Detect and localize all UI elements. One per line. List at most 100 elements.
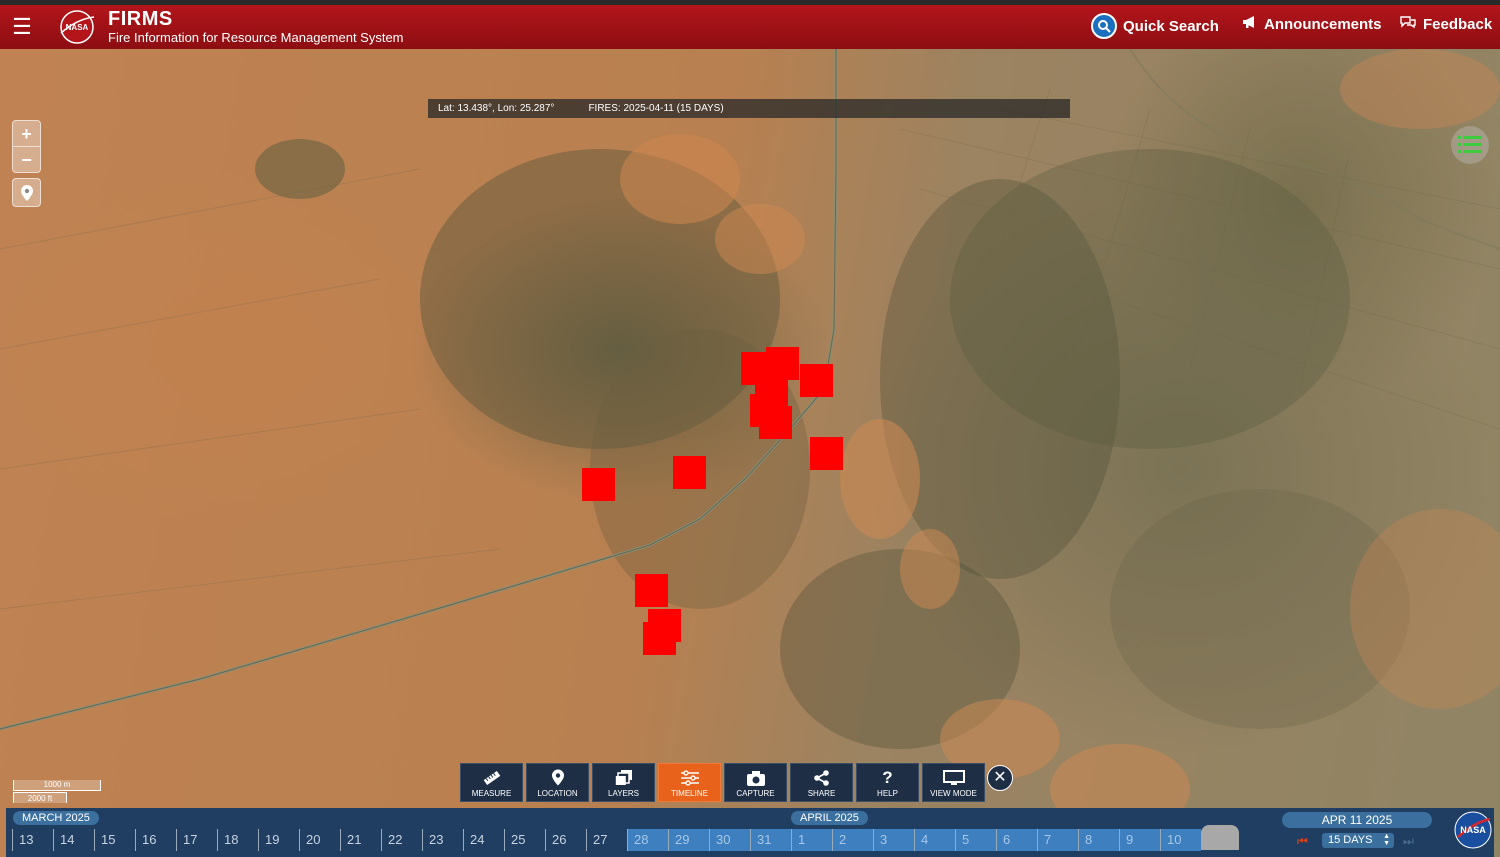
view-mode-button[interactable]: VIEW MODE <box>922 763 985 802</box>
fire-detection[interactable] <box>810 437 843 470</box>
app-header: ☰ NASA FIRMS Fire Information for Resour… <box>0 5 1500 49</box>
share-button[interactable]: SHARE <box>790 763 853 802</box>
zoom-in-button[interactable]: + <box>13 121 40 147</box>
fire-detection[interactable] <box>582 468 615 501</box>
feedback-button[interactable]: Feedback <box>1399 15 1492 33</box>
announcements-label: Announcements <box>1264 15 1382 33</box>
layers-icon <box>615 770 632 785</box>
timeline-day[interactable]: 25 <box>504 829 545 851</box>
nasa-logo: NASA <box>1454 811 1492 849</box>
current-date[interactable]: APR 11 2025 <box>1282 812 1432 828</box>
fire-detection[interactable] <box>759 406 792 439</box>
timeline-button[interactable]: TIMELINE <box>658 763 721 802</box>
timeline-day[interactable]: 22 <box>381 829 422 851</box>
timeline-day[interactable]: 14 <box>53 829 94 851</box>
day-strip: 13 14 15 16 17 18 19 20 21 22 23 24 25 26 27 28 29 30 31 1 2… <box>12 829 1201 851</box>
timeline-day[interactable]: 26 <box>545 829 586 851</box>
share-label: SHARE <box>807 789 836 798</box>
cursor-coordinates: Lat: 13.438°, Lon: 25.287° <box>438 103 555 114</box>
timeline-day[interactable]: 8 <box>1078 829 1119 851</box>
timeline-slider-handle[interactable] <box>1201 825 1239 850</box>
layer-list-toggle[interactable] <box>1451 126 1489 164</box>
timeline-day[interactable]: 31 <box>750 829 791 851</box>
ruler-icon <box>483 770 500 786</box>
timeline-day[interactable]: 24 <box>463 829 504 851</box>
timeline-day[interactable]: 27 <box>586 829 627 851</box>
timeline-day[interactable]: 18 <box>217 829 258 851</box>
share-icon <box>814 770 829 786</box>
quick-search-button[interactable]: Quick Search <box>1091 13 1219 39</box>
coordinate-bar: Lat: 13.438°, Lon: 25.287° FIRES: 2025-0… <box>428 99 1070 118</box>
timeline-day[interactable]: 29 <box>668 829 709 851</box>
monitor-icon <box>942 770 965 785</box>
timeline-day[interactable]: 6 <box>996 829 1037 851</box>
announcements-button[interactable]: Announcements <box>1242 15 1382 33</box>
timeline-day[interactable]: 10 <box>1160 829 1201 851</box>
step-back-icon[interactable]: ⏮ <box>1297 834 1308 849</box>
timeline-day[interactable]: 13 <box>12 829 53 851</box>
step-forward-icon[interactable]: ⏭ <box>1403 834 1414 849</box>
quick-search-label: Quick Search <box>1123 17 1219 35</box>
location-label: LOCATION <box>537 789 578 798</box>
question-mark-icon: ? <box>882 768 893 787</box>
timeline-day[interactable]: 17 <box>176 829 217 851</box>
nasa-logo[interactable]: NASA <box>58 9 96 45</box>
chat-bubbles-icon <box>1399 15 1417 33</box>
svg-text:NASA: NASA <box>66 23 89 32</box>
list-icon <box>1458 136 1482 153</box>
timeline-day[interactable]: 23 <box>422 829 463 851</box>
svg-text:NASA: NASA <box>1460 825 1486 835</box>
megaphone-icon <box>1242 15 1258 33</box>
timeline-day[interactable]: 5 <box>955 829 996 851</box>
measure-label: MEASURE <box>471 789 512 798</box>
timeline-day[interactable]: 1 <box>791 829 832 851</box>
timeline-day[interactable]: 2 <box>832 829 873 851</box>
layers-button[interactable]: LAYERS <box>592 763 655 802</box>
hamburger-menu-icon[interactable]: ☰ <box>0 5 44 49</box>
timeline-day[interactable]: 3 <box>873 829 914 851</box>
timeline-day[interactable]: 16 <box>135 829 176 851</box>
close-toolbar-button[interactable]: ✕ <box>987 765 1013 791</box>
timeline-day[interactable]: 4 <box>914 829 955 851</box>
search-icon <box>1091 13 1117 39</box>
month-label-april: APRIL 2025 <box>791 811 868 825</box>
satellite-map[interactable]: Lat: 13.438°, Lon: 25.287° FIRES: 2025-0… <box>0 49 1500 857</box>
timeline-day[interactable]: 19 <box>258 829 299 851</box>
scale-imperial: 2000 ft <box>13 792 67 803</box>
timeline-label: TIMELINE <box>671 789 708 798</box>
brand-subtitle: Fire Information for Resource Management… <box>108 30 404 45</box>
scale-metric: 1000 m <box>13 780 101 791</box>
zoom-control: + − <box>12 120 41 173</box>
timeline-day[interactable]: 21 <box>340 829 381 851</box>
capture-label: CAPTURE <box>736 789 775 798</box>
help-label: HELP <box>877 789 898 798</box>
timeline-day[interactable]: 20 <box>299 829 340 851</box>
feedback-label: Feedback <box>1423 15 1493 33</box>
measure-button[interactable]: MEASURE <box>460 763 523 802</box>
camera-icon <box>746 771 765 786</box>
month-label-march: MARCH 2025 <box>13 811 99 825</box>
map-pin-icon <box>551 769 564 786</box>
zoom-out-button[interactable]: − <box>13 147 40 173</box>
timeline-day[interactable]: 9 <box>1119 829 1160 851</box>
fire-detection[interactable] <box>800 364 833 397</box>
range-value: 15 DAYS <box>1328 834 1373 846</box>
timeline-day[interactable]: 30 <box>709 829 750 851</box>
brand: FIRMS Fire Information for Resource Mana… <box>108 8 404 45</box>
locate-button[interactable] <box>12 178 41 207</box>
timeline-day[interactable]: 7 <box>1037 829 1078 851</box>
timeline-day[interactable]: 28 <box>627 829 668 851</box>
range-select[interactable]: 15 DAYS ▲ ▼ <box>1322 833 1394 848</box>
capture-button[interactable]: CAPTURE <box>724 763 787 802</box>
fire-detection[interactable] <box>673 456 706 489</box>
location-button[interactable]: LOCATION <box>526 763 589 802</box>
help-button[interactable]: ? HELP <box>856 763 919 802</box>
map-pin-icon <box>20 184 33 201</box>
view-mode-label: VIEW MODE <box>930 789 977 798</box>
terrain-layer <box>0 49 1500 834</box>
updown-arrows-icon: ▲ ▼ <box>1383 833 1390 847</box>
timeline-day[interactable]: 15 <box>94 829 135 851</box>
fire-detection[interactable] <box>635 574 668 607</box>
fire-detection[interactable] <box>643 622 676 655</box>
brand-title: FIRMS <box>108 8 173 30</box>
